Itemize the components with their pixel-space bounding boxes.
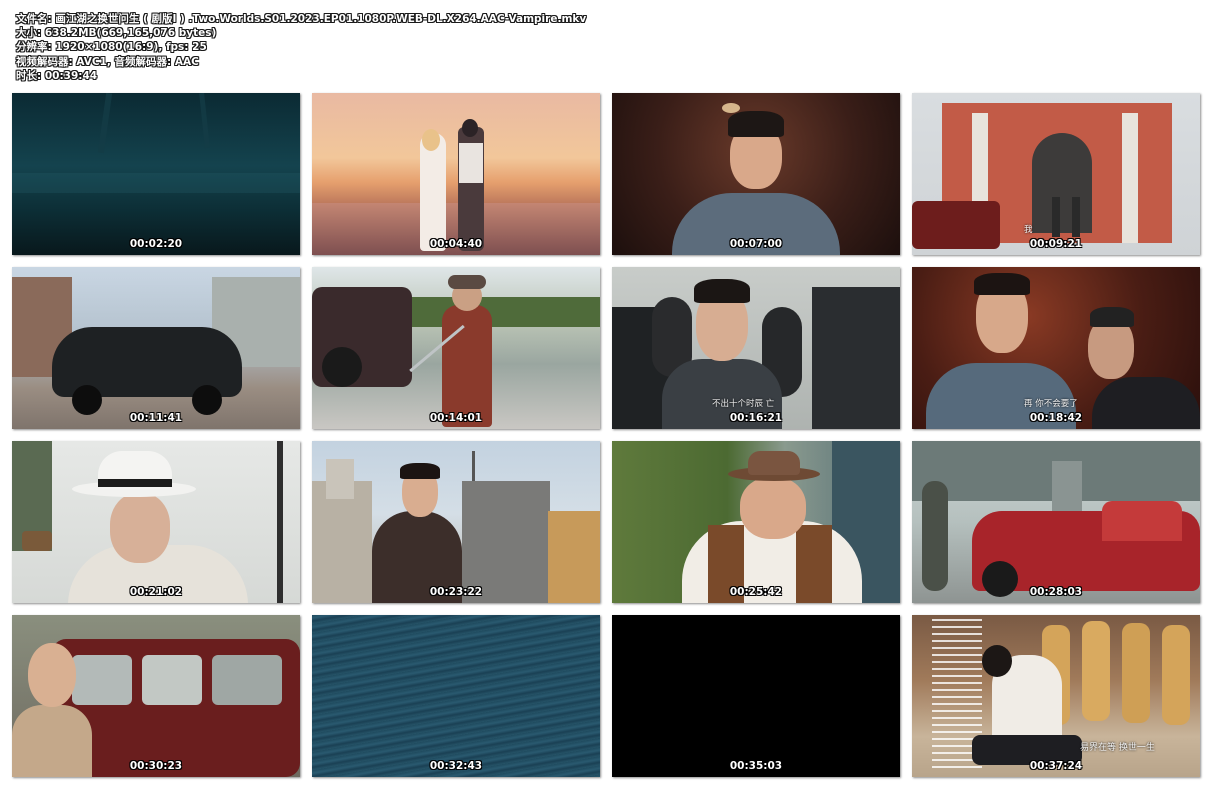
thumbnail: 再 你不会要了 00:18:42 [912,267,1200,429]
ocean-water-scene [312,615,600,777]
red-car-facade-scene [912,441,1200,603]
building-facade-scene [912,93,1200,255]
black-frame-scene [612,615,900,777]
file-name-line: 文件名: 画江湖之换世问生 ( 剧版I ) .Two.Worlds.S01.20… [16,13,587,25]
thumbnail: 00:11:41 [12,267,300,429]
vintage-car-street-scene [12,267,300,429]
file-info-block: 文件名: 画江湖之换世问生 ( 剧版I ) .Two.Worlds.S01.20… [16,12,586,83]
subtitle-text: 我 [1024,225,1033,235]
thumbnail: 我 00:09:21 [912,93,1200,255]
man-white-hat-scene [12,441,300,603]
thumbnail: 00:28:03 [912,441,1200,603]
subtitle-text: 不出十个时辰 亡 [712,399,775,409]
codec-line: 视频解码器: AVC1, 音频解码器: AAC [16,55,199,68]
timestamp: 00:09:21 [1029,238,1083,250]
thumbnail: 00:35:03 [612,615,900,777]
sunset-couple-scene [312,93,600,255]
man-cowboy-hat-scene [612,441,900,603]
timestamp: 00:02:20 [129,238,183,250]
timestamp: 00:04:40 [429,238,483,250]
timestamp: 00:21:02 [129,586,183,598]
timestamp: 00:23:22 [429,586,483,598]
resolution-line: 分辨率: 1920×1080(16:9), fps: 25 [16,41,207,54]
timestamp: 00:07:00 [729,238,783,250]
thumbnail: 00:32:43 [312,615,600,777]
subtitle-text: 易界在等 换世一生 [1080,743,1155,753]
timestamp: 00:18:42 [1029,412,1083,424]
timestamp: 00:32:43 [429,760,483,772]
bald-man-van-scene [12,615,300,777]
thumbnail: 00:04:40 [312,93,600,255]
thumbnail: 00:21:02 [12,441,300,603]
timestamp: 00:35:03 [729,760,783,772]
thumbnail: 易界在等 换世一生 00:37:24 [912,615,1200,777]
timestamp: 00:28:03 [1029,586,1083,598]
man-leather-jacket-scene [312,441,600,603]
timestamp: 00:25:42 [729,586,783,598]
man-blue-robe-scene [612,93,900,255]
subtitle-text: 再 你不会要了 [1024,399,1078,409]
timestamp: 00:16:21 [729,412,783,424]
duration-line: 时长: 00:39:44 [16,69,98,82]
thumbnail-grid: 00:02:20 00:04:40 00:07:00 我 00:09:21 00… [12,93,1200,777]
thumbnail: 00:14:01 [312,267,600,429]
thumbnail: 00:07:00 [612,93,900,255]
timestamp: 00:14:01 [429,412,483,424]
timestamp: 00:30:23 [129,760,183,772]
timestamp: 00:37:24 [1029,760,1083,772]
dark-water-scene [12,93,300,255]
thumbnail: 00:23:22 [312,441,600,603]
man-sword-fight-scene [312,267,600,429]
thumbnail: 00:30:23 [12,615,300,777]
thumbnail: 00:02:20 [12,93,300,255]
thumbnail: 00:25:42 [612,441,900,603]
timestamp: 00:11:41 [129,412,183,424]
thumbnail: 不出十个时辰 亡 00:16:21 [612,267,900,429]
credits-dance-scene [912,615,1200,777]
file-size-line: 大小: 638.2MB(669,165,076 bytes) [16,27,217,40]
